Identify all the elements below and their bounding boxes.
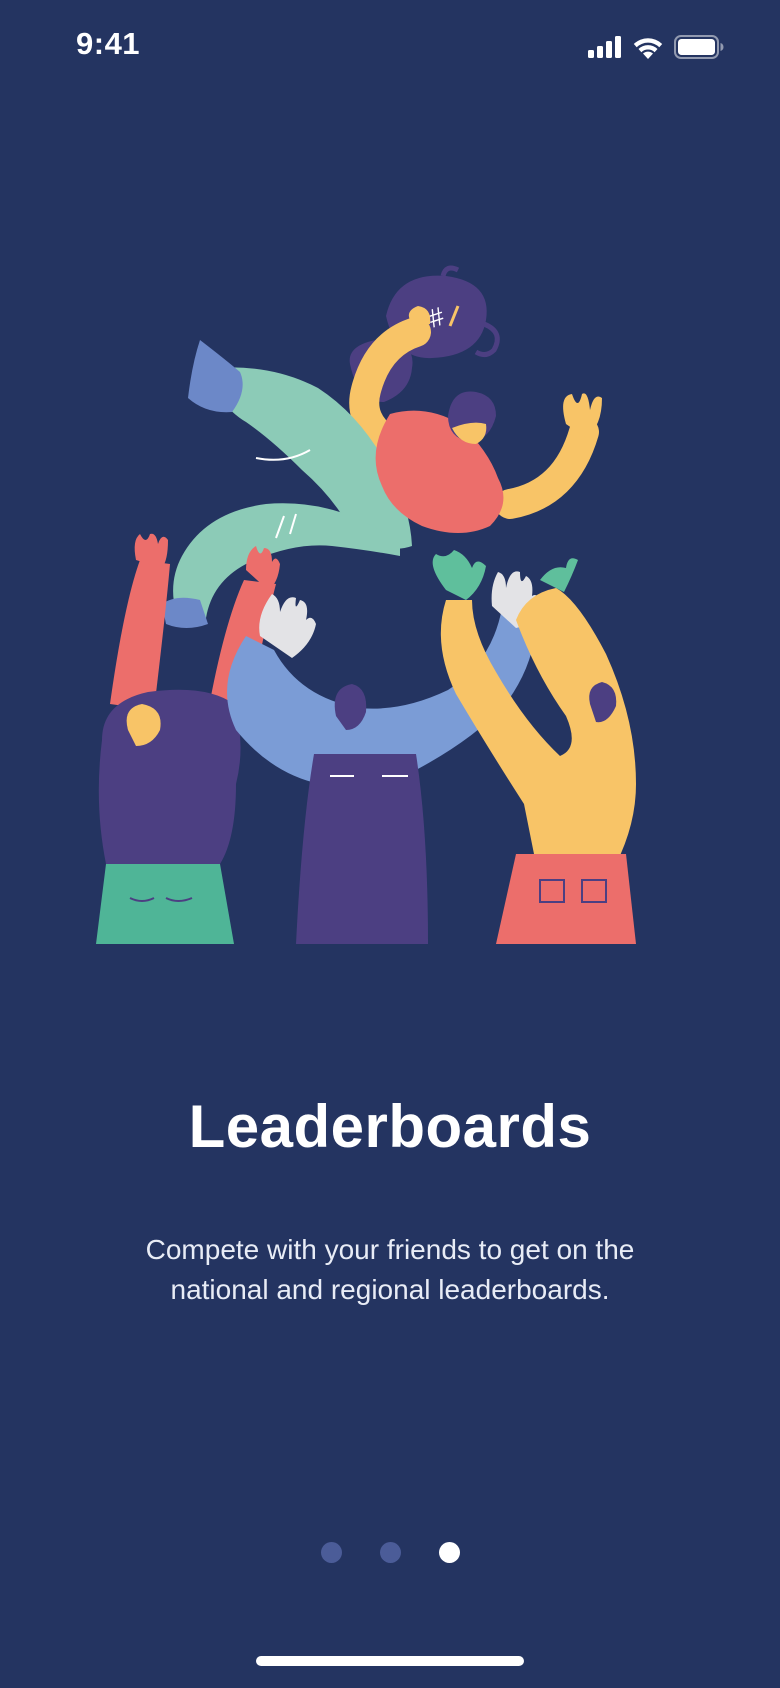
status-time: 9:41 xyxy=(76,26,141,61)
wifi-icon xyxy=(632,36,664,59)
home-indicator[interactable] xyxy=(256,1656,524,1666)
status-icons xyxy=(588,32,724,62)
status-bar: 9:41 xyxy=(0,0,780,92)
battery-icon xyxy=(674,35,724,59)
page-description: Compete with your friends to get on the … xyxy=(145,1234,635,1305)
page-dot-1[interactable] xyxy=(320,1542,342,1563)
page-title: Leaderboards xyxy=(188,1093,592,1160)
leaderboards-illustration: # xyxy=(96,264,684,944)
page-dot-2[interactable] xyxy=(379,1542,401,1563)
page-dot-3-active[interactable] xyxy=(438,1542,460,1563)
signal-icon xyxy=(588,36,622,58)
page-indicator[interactable] xyxy=(0,1542,780,1563)
